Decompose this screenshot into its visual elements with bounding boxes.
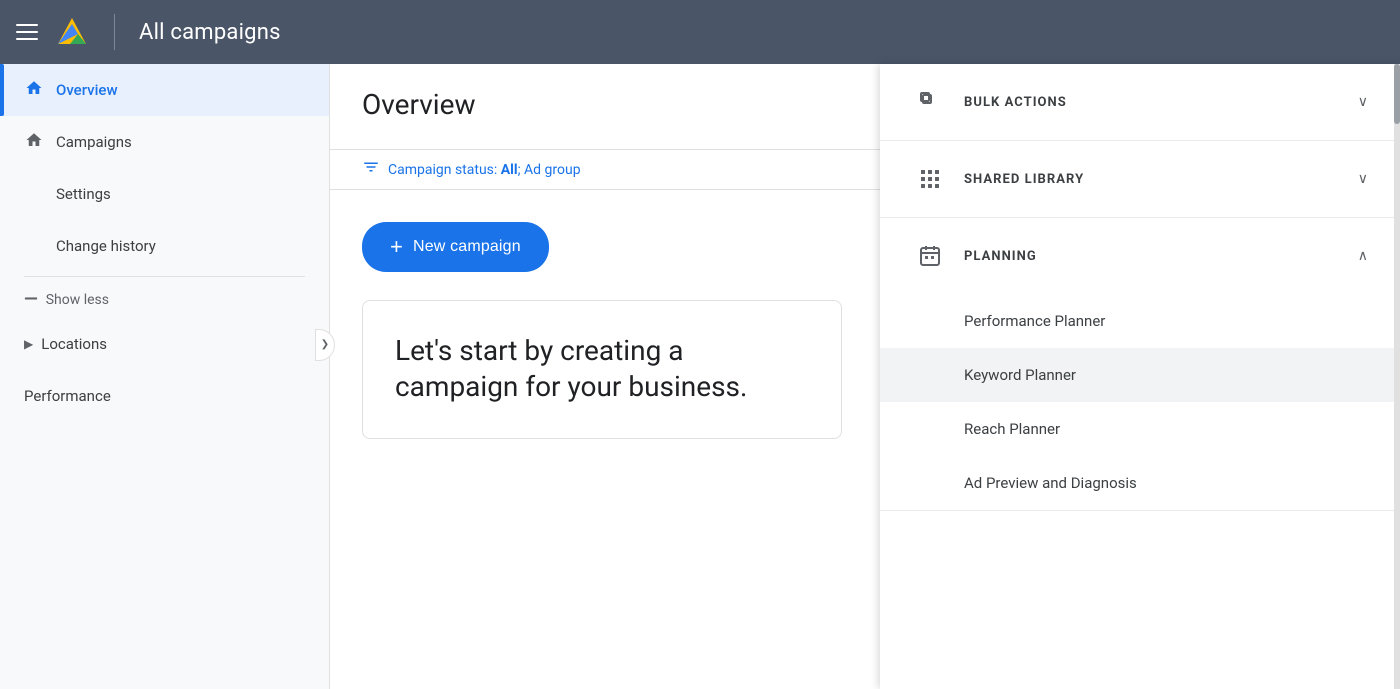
filter-suffix: ; Ad group (518, 162, 581, 178)
shared-library-title: SHARED LIBRARY (964, 172, 1342, 187)
plus-icon: + (390, 234, 403, 260)
sidebar: Overview Campaigns Settings Change histo… (0, 64, 330, 689)
home-icon (24, 79, 44, 101)
scrollbar-thumb (1394, 64, 1400, 124)
filter-bold: All (501, 162, 518, 178)
page-title: All campaigns (139, 20, 281, 45)
planning-title: PLANNING (964, 249, 1342, 264)
sidebar-label-change-history: Change history (56, 237, 156, 255)
right-scrollbar (1394, 64, 1400, 689)
google-ads-logo (54, 14, 90, 50)
panel-item-performance-planner[interactable]: Performance Planner (880, 294, 1400, 348)
bulk-actions-chevron: ∨ (1358, 94, 1368, 110)
sidebar-label-settings: Settings (56, 185, 111, 203)
panel-item-keyword-planner[interactable]: Keyword Planner (880, 348, 1400, 402)
filter-label: Campaign status: All; Ad group (388, 162, 581, 178)
sidebar-item-performance[interactable]: Performance (0, 370, 329, 422)
sidebar-label-locations: Locations (41, 335, 107, 353)
planning-icon (912, 238, 948, 274)
sidebar-item-campaigns[interactable]: Campaigns (0, 116, 329, 168)
panel-item-ad-preview[interactable]: Ad Preview and Diagnosis (880, 456, 1400, 510)
planning-header[interactable]: PLANNING ∧ (880, 218, 1400, 294)
start-card: Let's start by creating a campaign for y… (362, 300, 842, 439)
planning-chevron: ∧ (1358, 248, 1368, 264)
new-campaign-button[interactable]: + New campaign (362, 222, 549, 272)
right-panel: BULK ACTIONS ∨ SHARED LIBRARY ∨ (880, 64, 1400, 689)
header-divider (114, 14, 115, 50)
bulk-actions-header[interactable]: BULK ACTIONS ∨ (880, 64, 1400, 140)
chevron-right-icon: ▶ (24, 337, 33, 351)
panel-section-planning: PLANNING ∧ Performance Planner Keyword P… (880, 218, 1400, 511)
sidebar-divider (24, 276, 305, 277)
sidebar-item-settings[interactable]: Settings (0, 168, 329, 220)
bulk-actions-title: BULK ACTIONS (964, 95, 1342, 110)
sidebar-item-change-history[interactable]: Change history (0, 220, 329, 272)
panel-section-bulk-actions: BULK ACTIONS ∨ (880, 64, 1400, 141)
app-header: All campaigns (0, 0, 1400, 64)
planning-items: Performance Planner Keyword Planner Reac… (880, 294, 1400, 510)
show-less-label: Show less (46, 292, 109, 308)
shared-library-header[interactable]: SHARED LIBRARY ∨ (880, 141, 1400, 217)
shared-library-icon (912, 161, 948, 197)
new-campaign-label: New campaign (413, 238, 521, 256)
shared-library-chevron: ∨ (1358, 171, 1368, 187)
start-text: Let's start by creating a campaign for y… (395, 333, 809, 406)
sidebar-item-locations[interactable]: ▶ Locations (0, 318, 329, 370)
sidebar-label-performance: Performance (24, 387, 111, 405)
filter-text-prefix: Campaign status: (388, 162, 501, 178)
chevron-right-icon: ❯ (321, 339, 329, 350)
sidebar-item-overview[interactable]: Overview (0, 64, 329, 116)
hamburger-button[interactable] (16, 24, 38, 40)
sidebar-label-overview: Overview (56, 81, 118, 99)
bulk-actions-icon (912, 84, 948, 120)
dash-icon: — (24, 289, 38, 310)
filter-icon (362, 158, 380, 181)
show-less-button[interactable]: — Show less (0, 281, 329, 318)
sidebar-label-campaigns: Campaigns (56, 133, 132, 151)
campaigns-icon (24, 131, 44, 153)
panel-section-shared-library: SHARED LIBRARY ∨ (880, 141, 1400, 218)
panel-item-reach-planner[interactable]: Reach Planner (880, 402, 1400, 456)
